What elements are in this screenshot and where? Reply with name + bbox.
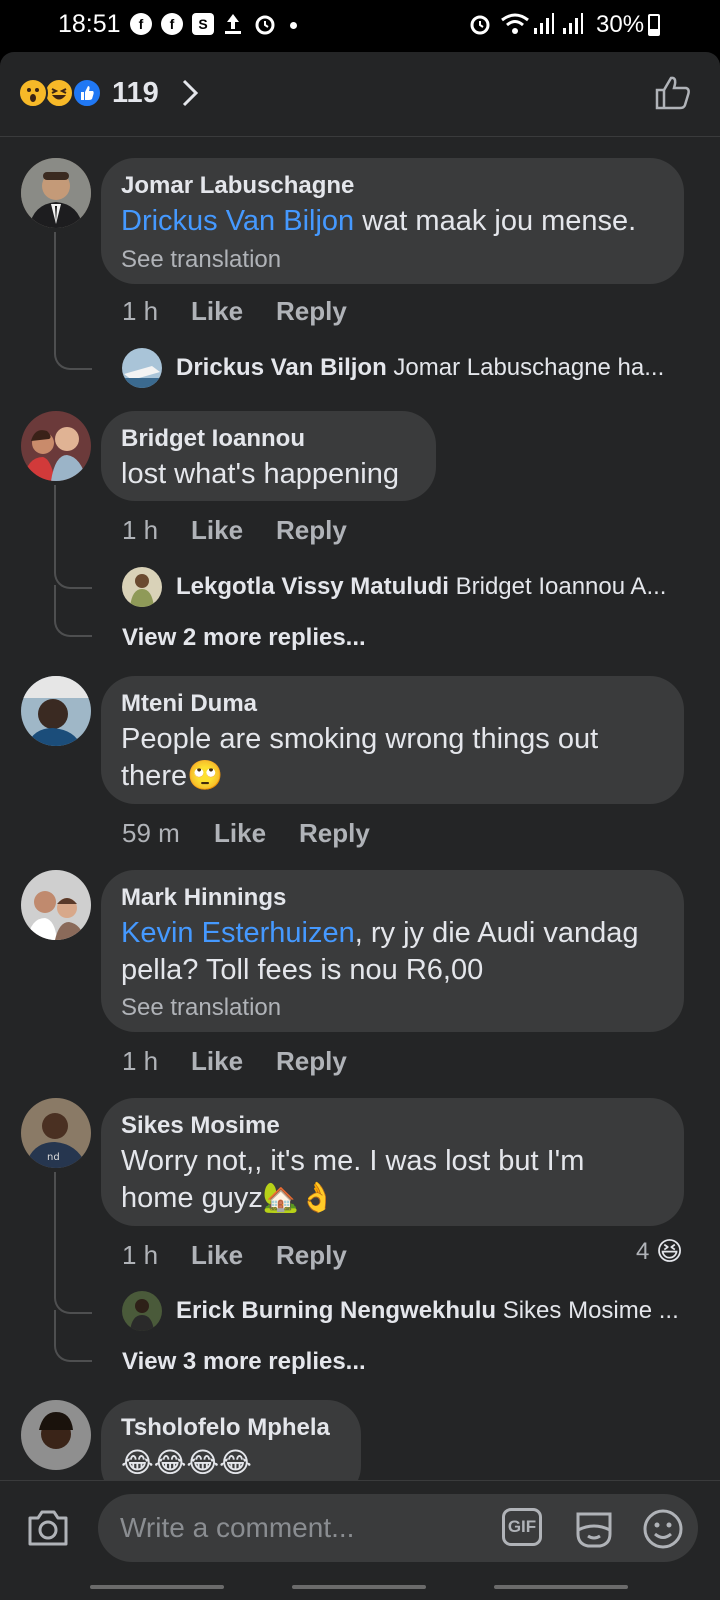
reply-preview[interactable]: Drickus Van Biljon Jomar Labuschagne ha.… — [176, 354, 680, 382]
reply-link[interactable]: Reply — [299, 818, 370, 849]
like-link[interactable]: Like — [191, 1046, 243, 1077]
thread-line — [54, 485, 92, 589]
facebook-icon: f — [161, 13, 183, 35]
emoji-row: 😂😂😂😂 — [121, 1447, 252, 1478]
reaction-count: 119 — [112, 77, 159, 109]
comment-time: 59 m — [122, 818, 180, 848]
alarm-icon — [470, 15, 490, 35]
wifi-icon — [501, 13, 529, 34]
camera-icon[interactable] — [26, 1508, 70, 1548]
like-reaction-icon — [72, 78, 102, 108]
comment-time: 1 h — [122, 515, 159, 545]
comment-reaction-count[interactable]: 4 — [636, 1238, 649, 1266]
comment-bubble[interactable]: Mteni Duma People are smoking wrong thin… — [101, 676, 684, 804]
reply-link[interactable]: Reply — [276, 1046, 347, 1077]
comment-bubble[interactable]: Tsholofelo Mphela 😂😂😂😂 — [101, 1400, 361, 1480]
avatar[interactable] — [21, 1400, 91, 1470]
avatar[interactable] — [21, 158, 91, 228]
recent-apps-button[interactable] — [90, 1585, 224, 1589]
comment-author[interactable]: Tsholofelo Mphela — [121, 1414, 330, 1442]
reply-link[interactable]: Reply — [276, 515, 347, 546]
comment-author[interactable]: Bridget Ioannou — [121, 425, 305, 453]
signal-icon — [563, 13, 583, 34]
comment-clip: Tsholofelo Mphela 😂😂😂😂 — [0, 1400, 720, 1480]
avatar[interactable] — [21, 676, 91, 746]
thread-line — [54, 1172, 92, 1314]
gif-button[interactable]: GIF — [502, 1508, 542, 1546]
comment-text: Kevin Esterhuizen, ry jy die Audi vandag… — [121, 917, 639, 986]
comment-author[interactable]: Mteni Duma — [121, 690, 257, 718]
battery-icon — [648, 14, 660, 36]
comment-author[interactable]: Sikes Mosime — [121, 1112, 280, 1140]
mention-link[interactable]: Drickus Van Biljon — [121, 205, 354, 237]
haha-reaction-icon — [44, 78, 74, 108]
see-translation-link[interactable]: See translation — [121, 994, 281, 1022]
back-button[interactable] — [494, 1585, 628, 1589]
dot-icon — [290, 22, 297, 29]
s-app-icon: S — [192, 13, 214, 35]
reply-link[interactable]: Reply — [276, 1240, 347, 1271]
like-link[interactable]: Like — [191, 1240, 243, 1271]
like-button-icon[interactable] — [654, 74, 692, 112]
comment-text: Drickus Van Biljon wat maak jou mense. — [121, 205, 637, 237]
comment-text: Worry not,, it's me. I was lost but I'm … — [121, 1145, 585, 1214]
comment-bubble[interactable]: Jomar Labuschagne Drickus Van Biljon wat… — [101, 158, 684, 284]
sticker-icon[interactable] — [572, 1508, 616, 1550]
comment-time: 1 h — [122, 1240, 159, 1270]
comment-text: People are smoking wrong things out ther… — [121, 723, 599, 792]
comment-bubble[interactable]: Mark Hinnings Kevin Esterhuizen, ry jy d… — [101, 870, 684, 1032]
chevron-right-icon[interactable] — [180, 78, 200, 108]
home-button[interactable] — [292, 1585, 426, 1589]
thread-line — [54, 232, 92, 370]
reply-preview[interactable]: Lekgotla Vissy Matuludi Bridget Ioannou … — [176, 573, 686, 601]
comment-time: 1 h — [122, 1046, 159, 1076]
thread-line — [54, 1310, 92, 1362]
upload-icon — [225, 14, 241, 34]
battery-percent: 30% — [596, 11, 645, 38]
avatar[interactable]: nd — [21, 1098, 91, 1168]
comment-author[interactable]: Jomar Labuschagne — [121, 172, 354, 200]
view-more-replies-link[interactable]: View 3 more replies... — [122, 1348, 366, 1376]
gif-label: GIF — [507, 1517, 537, 1536]
avatar[interactable] — [122, 567, 162, 607]
reactions-summary[interactable]: 119 — [0, 52, 720, 137]
wow-reaction-icon — [18, 78, 48, 108]
signal-icon — [534, 13, 554, 34]
avatar[interactable] — [122, 1291, 162, 1331]
like-link[interactable]: Like — [214, 818, 266, 849]
reply-link[interactable]: Reply — [276, 296, 347, 327]
comment-time: 1 h — [122, 296, 159, 326]
see-translation-link[interactable]: See translation — [121, 246, 281, 274]
avatar[interactable] — [122, 348, 162, 388]
comment-author[interactable]: Mark Hinnings — [121, 884, 286, 912]
reply-preview[interactable]: Erick Burning Nengwekhulu Sikes Mosime .… — [176, 1297, 688, 1325]
like-link[interactable]: Like — [191, 296, 243, 327]
avatar[interactable] — [21, 411, 91, 481]
emoji-icon[interactable] — [642, 1508, 684, 1550]
status-time: 18:51 — [58, 10, 121, 38]
mention-link[interactable]: Kevin Esterhuizen — [121, 917, 355, 949]
thread-line — [54, 585, 92, 637]
avatar[interactable] — [21, 870, 91, 940]
alarm-icon — [255, 15, 275, 35]
comment-text: lost what's happening — [121, 458, 400, 490]
view-more-replies-link[interactable]: View 2 more replies... — [122, 624, 366, 652]
svg-text:nd: nd — [47, 1152, 60, 1163]
like-link[interactable]: Like — [191, 515, 243, 546]
comment-bubble[interactable]: Sikes Mosime Worry not,, it's me. I was … — [101, 1098, 684, 1226]
comment-bubble[interactable]: Bridget Ioannou lost what's happening — [101, 411, 436, 501]
facebook-icon: f — [130, 13, 152, 35]
haha-reaction-icon: 😆 — [656, 1236, 684, 1266]
